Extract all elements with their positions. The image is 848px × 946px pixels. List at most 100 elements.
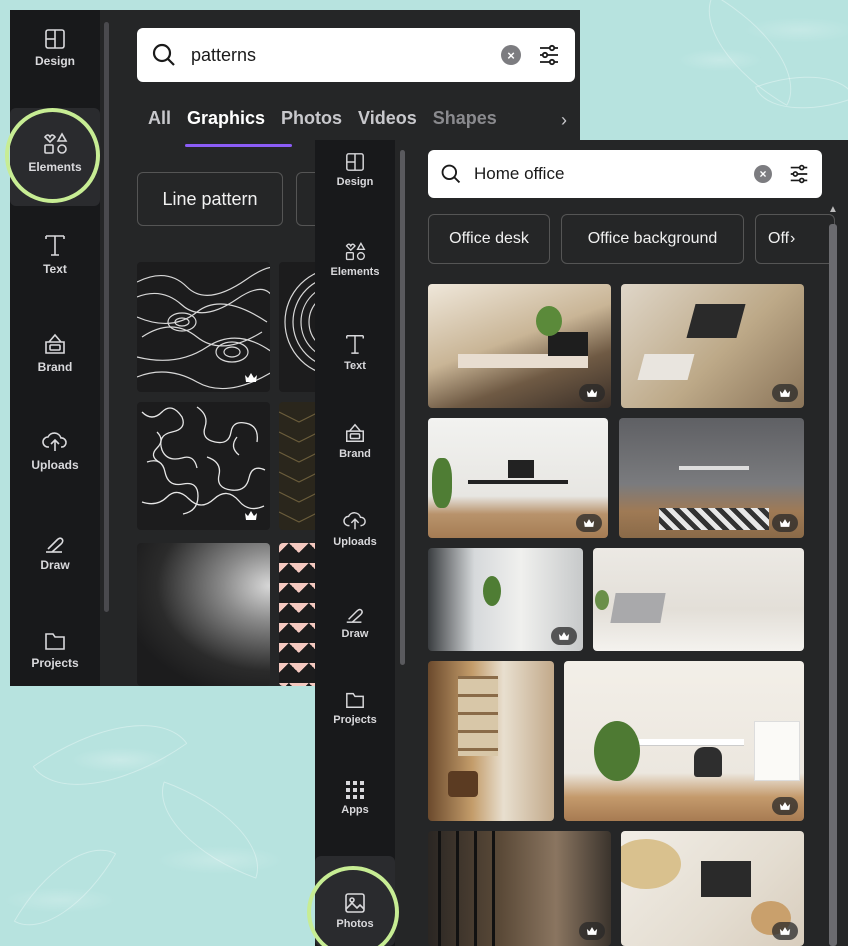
rail-label: Brand [37,360,73,374]
tab-bar: All Graphics Photos Videos Shapes [148,108,497,129]
plant-shape [595,590,609,610]
premium-badge [579,384,605,402]
pattern-tile-topographic[interactable] [137,262,270,392]
rail-item-elements[interactable]: Elements [315,240,395,278]
clear-search-button[interactable]: × [501,45,521,65]
results-scrollbar[interactable] [829,224,837,946]
tab-photos[interactable]: Photos [281,108,342,129]
rail-label: Text [43,262,67,276]
background-leaf [13,826,117,946]
chip-office-background[interactable]: Office background [561,214,744,264]
photo-result[interactable] [428,418,608,538]
photo-result[interactable] [593,548,804,651]
photo-result[interactable] [619,418,804,538]
plant-shape [594,721,640,781]
design-icon [45,29,65,49]
pattern-tile-checker[interactable] [279,543,319,686]
photo-result[interactable] [428,661,554,821]
rail-scrollbar[interactable] [104,22,109,612]
search-bar[interactable]: patterns × [137,28,575,82]
tabs-next-chevron-icon[interactable]: › [561,110,567,131]
search-input[interactable]: patterns [191,45,501,66]
filter-icon[interactable] [788,163,810,185]
crown-icon [779,802,791,810]
photo-result[interactable] [621,284,804,408]
search-bar[interactable]: Home office × [428,150,822,198]
rail-item-projects[interactable]: Projects [10,630,100,670]
plant-shape [536,306,562,336]
photo-result[interactable] [428,284,611,408]
rail-item-apps[interactable]: Apps [315,780,395,816]
photo-result[interactable] [621,831,804,946]
premium-badge [772,514,798,532]
premium-badge [576,514,602,532]
brand-icon [45,333,65,354]
crown-icon [558,632,570,640]
chips-next-chevron-icon[interactable]: › [790,230,795,248]
chip-office-more[interactable]: Off › [755,214,835,264]
draw-icon [346,608,363,623]
pattern-tile-maze[interactable] [137,402,270,530]
tab-graphics[interactable]: Graphics [187,108,265,129]
rail-label: Projects [333,714,377,726]
laptop-shape [637,354,695,380]
rail-item-design[interactable]: Design [315,152,395,188]
desk-shape [458,354,588,368]
cabinet-shape [754,721,800,781]
geometric-pattern-image [279,411,319,523]
rail-label: Uploads [333,536,377,548]
scroll-up-arrow-icon[interactable]: ▲ [828,204,838,215]
filter-icon[interactable] [537,43,561,67]
pattern-tile-geometric[interactable] [279,402,319,530]
search-icon [441,164,461,184]
chip-label: Off [768,230,790,247]
active-tab-underline [185,144,292,147]
chip-office-desk[interactable]: Office desk [428,214,550,264]
search-input[interactable]: Home office [474,164,754,184]
desk-shape [634,739,744,745]
design-icon [346,153,364,171]
uploads-icon [42,432,67,451]
chair-shape [694,747,722,777]
crown-icon [779,389,791,397]
tab-shapes[interactable]: Shapes [433,108,497,129]
crown-icon [779,927,791,935]
projects-icon [346,692,364,708]
photo-result[interactable] [428,831,611,946]
rail-item-design[interactable]: Design [10,28,100,68]
chip-line-pattern[interactable]: Line pattern [137,172,283,226]
text-icon [346,335,364,354]
rail-item-draw[interactable]: Draw [315,602,395,640]
text-icon [45,235,65,256]
rail-item-brand[interactable]: Brand [315,422,395,460]
rail-label: Apps [341,804,369,816]
search-icon [152,43,175,66]
rail-item-draw[interactable]: Draw [10,530,100,572]
rail-item-uploads[interactable]: Uploads [315,510,395,548]
laptop-shape [548,332,588,356]
tab-all[interactable]: All [148,108,171,129]
photo-result[interactable] [428,548,583,651]
premium-badge [579,922,605,940]
laptop-shape [701,861,751,897]
laptop-shape [686,304,746,338]
crown-icon [583,519,595,527]
rail-item-text[interactable]: Text [10,232,100,276]
side-rail: Design Elements Text Brand Uploads Draw … [315,140,395,946]
clear-search-button[interactable]: × [754,165,772,183]
pattern-tile-halftone[interactable] [137,543,270,686]
pattern-tile-circles[interactable] [279,262,319,392]
chip-label: Line pattern [162,188,258,209]
rail-item-projects[interactable]: Projects [315,690,395,726]
photos-panel: Design Elements Text Brand Uploads Draw … [315,140,848,946]
rail-item-uploads[interactable]: Uploads [10,430,100,472]
tab-videos[interactable]: Videos [358,108,417,129]
plant-shape [483,576,501,606]
photo-result[interactable] [564,661,804,821]
rail-item-text[interactable]: Text [315,332,395,372]
rail-label: Text [344,360,366,372]
rail-scrollbar[interactable] [400,150,405,665]
rail-item-brand[interactable]: Brand [10,332,100,374]
bookshelf-shape [458,676,498,756]
rug-shape [659,508,769,530]
